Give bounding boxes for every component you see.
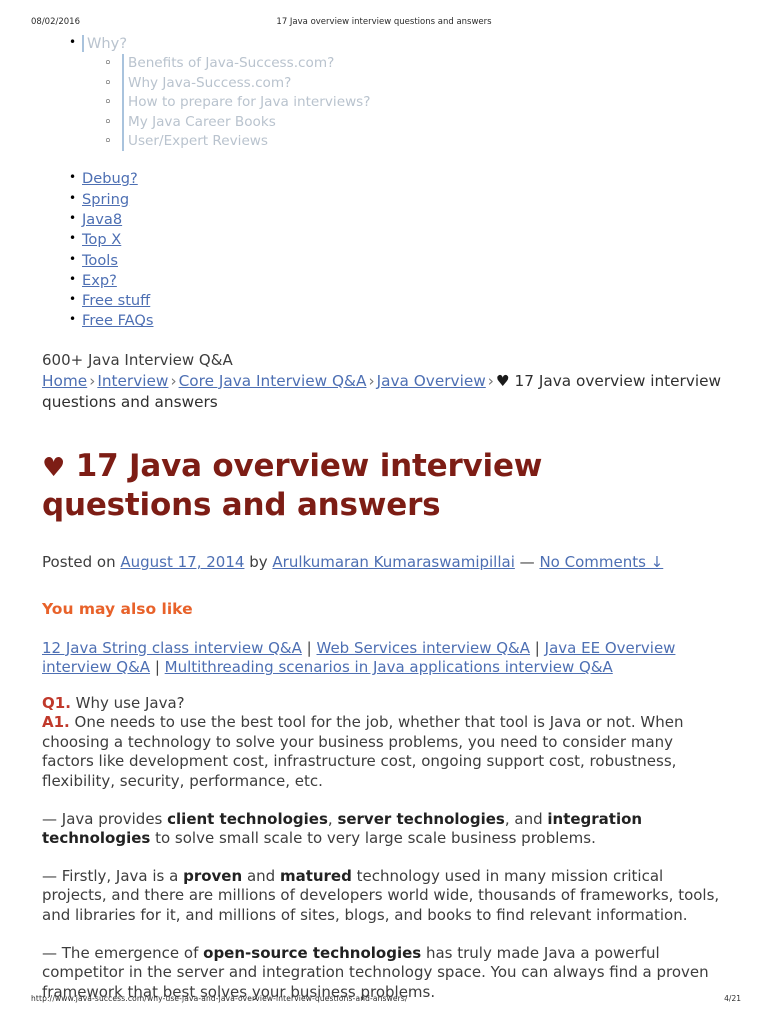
nav-subitem-label: My Java Career Books: [122, 112, 276, 132]
print-header-title: 17 Java overview interview questions and…: [276, 17, 492, 27]
nav-submenu-why: Benefits of Java-Success.com? Why Java-S…: [82, 54, 768, 152]
heart-icon: ♥: [495, 371, 510, 390]
related-links: 12 Java String class interview Q&A | Web…: [0, 639, 768, 678]
breadcrumb-separator: ›: [89, 371, 96, 390]
para-bold: client technologies: [167, 809, 328, 828]
breadcrumb-link-home[interactable]: Home: [42, 372, 87, 390]
breadcrumb-link-java-overview[interactable]: Java Overview: [377, 372, 486, 390]
post-meta: Posted on August 17, 2014 by Arulkumaran…: [0, 552, 768, 573]
nav-link-spring[interactable]: Spring: [82, 191, 129, 208]
page-title: ♥ 17 Java overview interview questions a…: [0, 448, 768, 524]
breadcrumb-link-interview[interactable]: Interview: [97, 372, 168, 390]
para-text: ,: [327, 809, 338, 828]
post-date-link[interactable]: August 17, 2014: [120, 553, 244, 571]
also-like-heading: You may also like: [42, 599, 193, 618]
page-title-text: 17 Java overview interview questions and…: [42, 447, 543, 523]
main-navigation: Why? Benefits of Java-Success.com? Why J…: [0, 33, 768, 332]
answer-line: A1. One needs to use the best tool for t…: [42, 713, 728, 791]
nav-item-spring[interactable]: Spring: [0, 189, 768, 210]
breadcrumb: Home › Interview › Core Java Interview Q&A › J…: [0, 371, 768, 414]
nav-item-free-faqs[interactable]: Free FAQs: [0, 310, 768, 331]
nav-link-tools[interactable]: Tools: [82, 252, 118, 269]
print-footer-url: http://www.java-success.com/why-use-java…: [31, 994, 408, 1003]
nav-item-debug[interactable]: Debug?: [0, 168, 768, 189]
nav-subitem-career-books[interactable]: My Java Career Books: [82, 112, 768, 132]
nav-subitem-label: Benefits of Java-Success.com?: [122, 54, 334, 74]
para-bold: matured: [279, 866, 352, 885]
nav-link-free-stuff[interactable]: Free stuff: [82, 292, 150, 309]
related-separator: |: [154, 658, 160, 677]
question-text: Why use Java?: [75, 693, 185, 712]
para-text: — The emergence of: [42, 943, 204, 962]
related-separator: |: [534, 638, 540, 657]
breadcrumb-link-core-java[interactable]: Core Java Interview Q&A: [179, 372, 367, 390]
para-text: to solve small scale to very large scale…: [150, 829, 596, 848]
nav-item-why-label: Why?: [82, 35, 128, 52]
post-author-link[interactable]: Arulkumaran Kumaraswamipillai: [272, 553, 514, 571]
nav-link-free-faqs[interactable]: Free FAQs: [82, 312, 153, 329]
body-paragraph-2: — Firstly, Java is a proven and matured …: [0, 867, 768, 926]
nav-subitem-how-to-prepare[interactable]: How to prepare for Java interviews?: [82, 93, 768, 113]
nav-subitem-reviews[interactable]: User/Expert Reviews: [82, 131, 768, 152]
nav-subitem-why-java-success[interactable]: Why Java-Success.com?: [82, 73, 768, 94]
nav-item-tools[interactable]: Tools: [0, 250, 768, 271]
breadcrumb-separator: ›: [368, 371, 375, 390]
meta-dash: —: [519, 552, 535, 571]
para-bold: proven: [183, 866, 243, 885]
comments-link[interactable]: No Comments ↓: [539, 553, 663, 571]
heart-icon: ♥: [42, 452, 66, 483]
breadcrumb-separator: ›: [170, 371, 177, 390]
print-footer-page-number: 4/21: [724, 994, 741, 1003]
breadcrumb-separator: ›: [487, 371, 494, 390]
para-text: — Firstly, Java is a: [42, 866, 184, 885]
question-line: Q1. Why use Java?: [42, 694, 728, 714]
related-link-multithreading[interactable]: Multithreading scenarios in Java applica…: [165, 658, 613, 676]
para-text: , and: [504, 809, 548, 828]
posted-on-label: Posted on: [42, 552, 116, 571]
by-label: by: [249, 552, 268, 571]
para-text: — Java provides: [42, 809, 168, 828]
nav-link-exp[interactable]: Exp?: [82, 272, 117, 289]
print-header: 08/02/2016 17 Java overview interview qu…: [0, 17, 768, 31]
nav-item-exp[interactable]: Exp?: [0, 270, 768, 291]
nav-item-free-stuff[interactable]: Free stuff: [0, 290, 768, 311]
nav-item-java8[interactable]: Java8: [0, 209, 768, 230]
body-paragraph-1: — Java provides client technologies, ser…: [0, 810, 768, 849]
print-footer: http://www.java-success.com/why-use-java…: [0, 994, 768, 1008]
para-bold: open-source technologies: [203, 943, 422, 962]
question-label: Q1.: [42, 693, 71, 712]
qa-block: Q1. Why use Java? A1. One needs to use t…: [0, 694, 768, 792]
answer-label: A1.: [42, 713, 70, 732]
nav-link-debug[interactable]: Debug?: [82, 170, 138, 187]
site-tagline: 600+ Java Interview Q&A: [42, 350, 233, 369]
nav-subitem-label: User/Expert Reviews: [122, 131, 268, 152]
nav-item-top-x[interactable]: Top X: [0, 229, 768, 250]
page-content: Why? Benefits of Java-Success.com? Why J…: [0, 33, 768, 1002]
nav-subitem-benefits[interactable]: Benefits of Java-Success.com?: [82, 54, 768, 74]
nav-subitem-label: How to prepare for Java interviews?: [122, 93, 370, 113]
nav-subitem-label: Why Java-Success.com?: [122, 73, 291, 94]
para-text: and: [242, 866, 280, 885]
nav-link-java8[interactable]: Java8: [82, 211, 122, 228]
nav-item-why[interactable]: Why? Benefits of Java-Success.com? Why J…: [0, 33, 768, 152]
related-link-java-string[interactable]: 12 Java String class interview Q&A: [42, 639, 302, 657]
related-link-web-services[interactable]: Web Services interview Q&A: [317, 639, 531, 657]
nav-link-top-x[interactable]: Top X: [82, 231, 121, 248]
related-separator: |: [306, 638, 312, 657]
para-bold: server technologies: [337, 809, 505, 828]
answer-text: One needs to use the best tool for the j…: [42, 713, 684, 791]
